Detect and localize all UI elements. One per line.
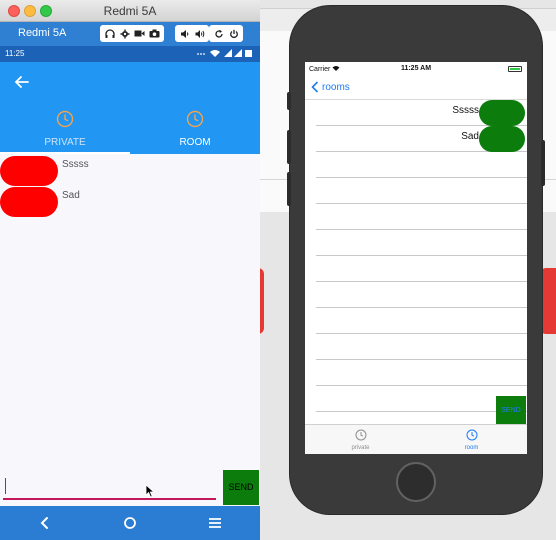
message-bubble [479,126,525,152]
status-time: 11:25 [5,49,25,58]
table-row [316,204,527,230]
background-red-element [540,268,556,334]
nav-back-icon[interactable] [36,514,54,532]
message-text: Sssss [452,105,479,116]
tab-label: PRIVATE [44,137,86,148]
video-camera-icon[interactable] [132,25,147,42]
message-text: Sad [461,131,479,142]
mouse-pointer-icon [145,484,155,498]
tab-label: private [351,445,370,451]
clock-icon [355,429,366,441]
back-button[interactable]: rooms [311,81,350,93]
android-status-bar: 11:25 [0,46,260,62]
tab-room[interactable]: ROOM [130,104,260,154]
list-item[interactable]: Sad [0,187,260,217]
table-row [316,152,527,178]
power-icon[interactable] [226,25,241,42]
tab-private[interactable]: private [305,425,416,454]
android-navigation-bar [0,506,260,540]
volume-controls [175,25,209,42]
app-bar: PRIVATE ROOM [0,62,260,154]
emulator-controls [100,25,164,42]
window-titlebar: Redmi 5A [0,0,260,22]
device-name: Redmi 5A [18,27,67,39]
mute-switch[interactable] [287,92,291,110]
tab-room[interactable]: room [416,425,527,454]
text-cursor [5,478,6,494]
chevron-left-icon [311,81,319,93]
table-row[interactable]: Sad [316,126,527,152]
ios-screen: Carrier 11:25 AM rooms Sssss Sad SEND pr… [305,62,527,454]
clock-icon [186,110,204,128]
tab-label: room [464,445,479,451]
volume-down-button[interactable] [287,172,291,206]
message-bubble [479,100,525,126]
clock-icon [56,110,74,128]
status-icons [196,48,254,60]
ios-status-time: 11:25 AM [400,65,432,72]
tab-private[interactable]: PRIVATE [0,104,130,154]
list-item[interactable]: Sssss [0,156,260,186]
table-row[interactable]: Sssss [316,100,527,126]
message-input[interactable] [3,476,216,500]
send-button[interactable]: SEND [496,396,526,424]
android-emulator-window: Redmi 5A Redmi 5A 11:25 PRIVATE ROOM Sss… [0,0,260,540]
message-text: Sad [62,190,80,201]
volume-down-icon[interactable] [177,25,192,42]
nav-menu-icon[interactable] [206,514,224,532]
tab-label: ROOM [179,137,211,148]
rotate-icon[interactable] [211,25,226,42]
table-row [316,308,527,334]
table-row [316,282,527,308]
table-row [316,256,527,282]
message-input-row: SEND [0,470,260,506]
message-text: Sssss [62,159,89,170]
message-bubble [0,156,58,186]
ios-tab-bar: private room [305,424,527,454]
table-row [316,230,527,256]
volume-up-icon[interactable] [192,25,207,42]
ios-message-table: Sssss Sad [305,100,527,428]
emulator-toolbar: Redmi 5A [0,22,260,46]
gear-icon[interactable] [117,25,132,42]
window-title: Redmi 5A [103,4,157,18]
tab-bar: PRIVATE ROOM [0,104,260,154]
chat-message-list: Sssss Sad SEND [0,154,260,506]
home-button[interactable] [396,462,436,502]
nav-home-icon[interactable] [121,514,139,532]
message-bubble [0,187,58,217]
camera-icon[interactable] [147,25,162,42]
back-arrow-icon[interactable] [12,72,32,92]
volume-up-button[interactable] [287,130,291,164]
ios-navigation-bar: rooms [305,76,527,100]
back-label: rooms [322,81,350,93]
battery-icon [508,66,522,72]
clock-icon [466,429,477,441]
send-button[interactable]: SEND [223,470,259,505]
power-button[interactable] [541,140,545,186]
headset-icon[interactable] [102,25,117,42]
ios-status-bar: Carrier 11:25 AM [305,62,527,76]
table-row [316,178,527,204]
table-row [316,334,527,360]
table-row [316,360,527,386]
power-controls [209,25,243,42]
